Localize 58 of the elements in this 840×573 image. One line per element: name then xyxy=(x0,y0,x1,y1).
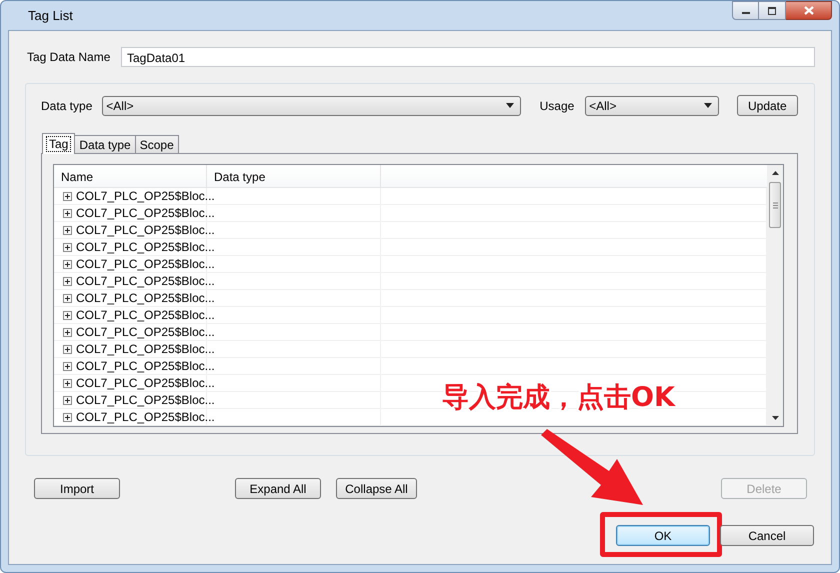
action-button[interactable]: Collapse All xyxy=(336,478,417,499)
tab[interactable]: Scope xyxy=(134,135,179,153)
tag-name: COL7_PLC_OP25$Bloc... xyxy=(76,359,215,373)
tag-name: COL7_PLC_OP25$Bloc... xyxy=(76,257,215,271)
tag-name: COL7_PLC_OP25$Bloc... xyxy=(76,240,215,254)
dropdown-arrow-icon xyxy=(506,103,514,108)
expand-icon[interactable] xyxy=(63,260,72,268)
grip-icon xyxy=(772,202,778,208)
expand-icon[interactable] xyxy=(63,378,72,388)
expand-icon[interactable] xyxy=(63,226,72,234)
update-button[interactable]: Update xyxy=(736,95,798,116)
expand-icon[interactable] xyxy=(63,344,72,354)
tag-name: COL7_PLC_OP25$Bloc... xyxy=(76,376,215,390)
maximize-button[interactable] xyxy=(759,1,786,20)
expand-icon[interactable] xyxy=(63,242,72,252)
data-type-label: Data type xyxy=(41,98,94,112)
action-button[interactable]: Import xyxy=(34,478,120,499)
close-icon xyxy=(804,6,814,15)
close-button[interactable] xyxy=(786,1,832,20)
dropdown-arrow-icon xyxy=(704,103,712,108)
tag-name: COL7_PLC_OP25$Bloc... xyxy=(76,223,215,237)
column-header[interactable]: Name xyxy=(54,165,207,187)
expand-icon[interactable] xyxy=(63,362,72,370)
data-type-dropdown[interactable]: <All> xyxy=(102,96,521,116)
tag-name: COL7_PLC_OP25$Bloc... xyxy=(76,291,215,305)
dialog-button[interactable]: Cancel xyxy=(720,525,814,546)
annotation-text: 导入完成，点击OK xyxy=(442,381,675,415)
tag-name: COL7_PLC_OP25$Bloc... xyxy=(76,274,215,288)
tag-name: COL7_PLC_OP25$Bloc... xyxy=(76,189,215,203)
column-header[interactable]: Data type xyxy=(207,165,381,187)
usage-label: Usage xyxy=(540,98,576,112)
tag-name: COL7_PLC_OP25$Bloc... xyxy=(76,410,215,424)
tag-name: COL7_PLC_OP25$Bloc... xyxy=(76,325,215,339)
scroll-up-icon[interactable] xyxy=(772,171,778,175)
expand-icon[interactable] xyxy=(63,396,72,404)
expand-icon[interactable] xyxy=(63,276,72,286)
tab[interactable]: Tag xyxy=(42,133,76,154)
dialog-button[interactable]: OK xyxy=(616,525,710,546)
tag-name: COL7_PLC_OP25$Bloc... xyxy=(76,206,215,220)
tab[interactable]: Data type xyxy=(74,135,136,153)
tag-name: COL7_PLC_OP25$Bloc... xyxy=(76,342,215,356)
expand-icon[interactable] xyxy=(63,412,72,422)
expand-icon[interactable] xyxy=(63,294,72,302)
action-button[interactable]: Expand All xyxy=(235,478,321,499)
expand-icon[interactable] xyxy=(63,192,72,200)
expand-icon[interactable] xyxy=(63,310,72,320)
tag-data-name-label: Tag Data Name xyxy=(27,50,112,64)
minimize-button[interactable] xyxy=(732,1,759,20)
vertical-scrollbar[interactable] xyxy=(767,165,783,426)
scroll-down-icon[interactable] xyxy=(772,416,778,420)
maximize-icon xyxy=(767,6,777,14)
tag-data-name-field[interactable]: TagData01 xyxy=(121,47,815,67)
window-title: Tag List xyxy=(28,8,73,23)
tag-name: COL7_PLC_OP25$Bloc... xyxy=(76,393,215,407)
expand-icon[interactable] xyxy=(63,208,72,218)
expand-icon[interactable] xyxy=(63,328,72,336)
tag-name: COL7_PLC_OP25$Bloc... xyxy=(76,308,215,322)
usage-dropdown[interactable]: <All> xyxy=(585,96,719,116)
